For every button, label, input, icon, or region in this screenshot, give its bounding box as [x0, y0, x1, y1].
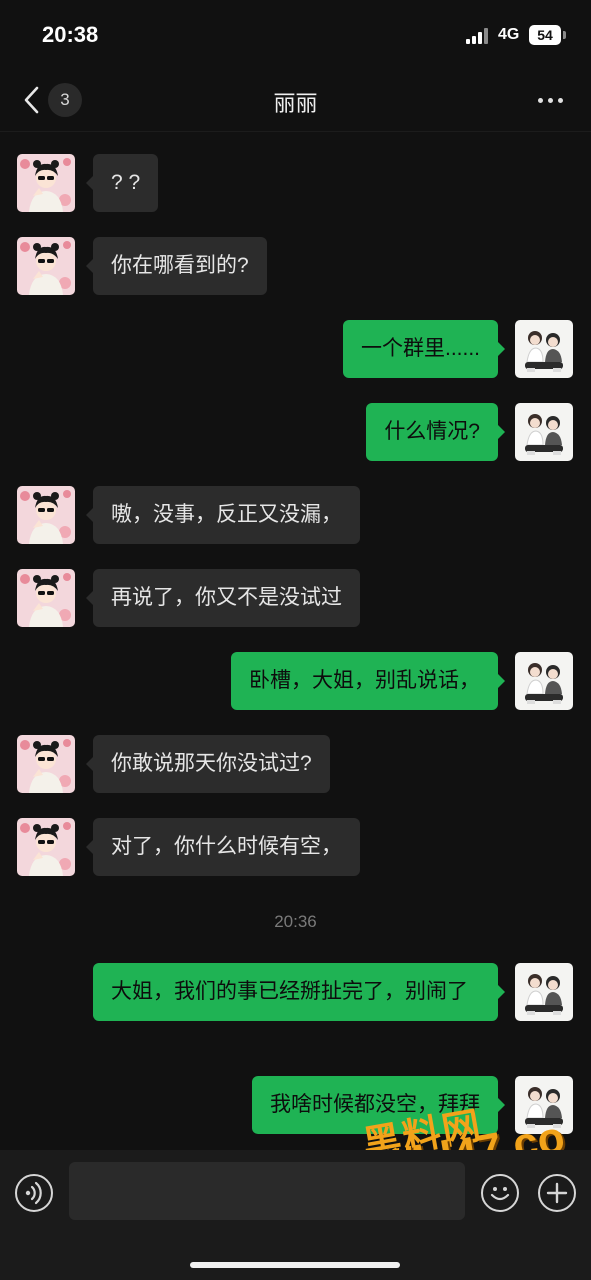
home-indicator[interactable] [190, 1262, 400, 1268]
status-time: 20:38 [42, 22, 99, 47]
message-input[interactable] [69, 1162, 465, 1220]
my-avatar[interactable] [515, 403, 573, 461]
emoji-button[interactable] [481, 1174, 519, 1212]
outgoing-message[interactable]: 什么情况? [366, 403, 505, 461]
plus-button[interactable] [538, 1174, 576, 1212]
contact-avatar[interactable] [17, 154, 75, 212]
outgoing-message[interactable]: 一个群里...... [342, 320, 506, 378]
incoming-message[interactable]: 对了，你什么时候有空， [86, 818, 360, 876]
contact-avatar-image [17, 154, 75, 212]
contact-avatar[interactable] [17, 818, 75, 876]
contact-avatar-image [17, 818, 75, 876]
plus-icon [546, 1182, 568, 1204]
signal-icon [466, 28, 492, 44]
contact-avatar[interactable] [17, 237, 75, 295]
contact-avatar[interactable] [17, 486, 75, 544]
my-avatar-image [515, 1076, 573, 1134]
my-avatar-image [515, 963, 573, 1021]
contact-avatar-image [17, 569, 75, 627]
voice-icon [25, 1181, 42, 1205]
my-avatar-image [515, 652, 573, 710]
emoji-icon [490, 1187, 510, 1201]
my-avatar[interactable] [515, 320, 573, 378]
outgoing-message[interactable]: 我啥时候都没空，拜拜 [252, 1076, 505, 1134]
outgoing-message[interactable]: 卧槽，大姐，别乱说话， [231, 652, 505, 710]
contact-avatar[interactable] [17, 735, 75, 793]
contact-avatar-image [17, 486, 75, 544]
battery-icon: 54 [529, 25, 561, 45]
my-avatar[interactable] [515, 652, 573, 710]
contact-avatar-image [17, 237, 75, 295]
my-avatar-image [515, 403, 573, 461]
incoming-message[interactable]: 你在哪看到的? [86, 237, 267, 295]
outgoing-message[interactable]: 大姐，我们的事已经掰扯完了，别闹了 [93, 963, 505, 1021]
my-avatar[interactable] [515, 1076, 573, 1134]
my-avatar[interactable] [515, 963, 573, 1021]
status-bar: 20:38 4G 54 [0, 0, 591, 72]
network-type: 4G [498, 26, 520, 43]
more-button[interactable] [530, 86, 570, 114]
incoming-message[interactable]: 你敢说那天你没试过? [86, 735, 330, 793]
my-avatar-image [515, 320, 573, 378]
input-bar [0, 1150, 591, 1280]
incoming-message[interactable]: ? ? [85, 154, 159, 212]
incoming-message[interactable]: 再说了，你又不是没试过 [86, 569, 360, 627]
incoming-message[interactable]: 嗷，没事，反正又没漏， [86, 486, 360, 544]
chat-header: 3 丽丽 [0, 72, 591, 132]
voice-button[interactable] [15, 1174, 53, 1212]
contact-avatar[interactable] [17, 569, 75, 627]
more-dots-icon [538, 98, 543, 103]
battery-tip [563, 31, 566, 39]
contact-avatar-image [17, 735, 75, 793]
message-timestamp: 20:36 [274, 912, 317, 931]
chat-title: 丽丽 [273, 91, 318, 116]
